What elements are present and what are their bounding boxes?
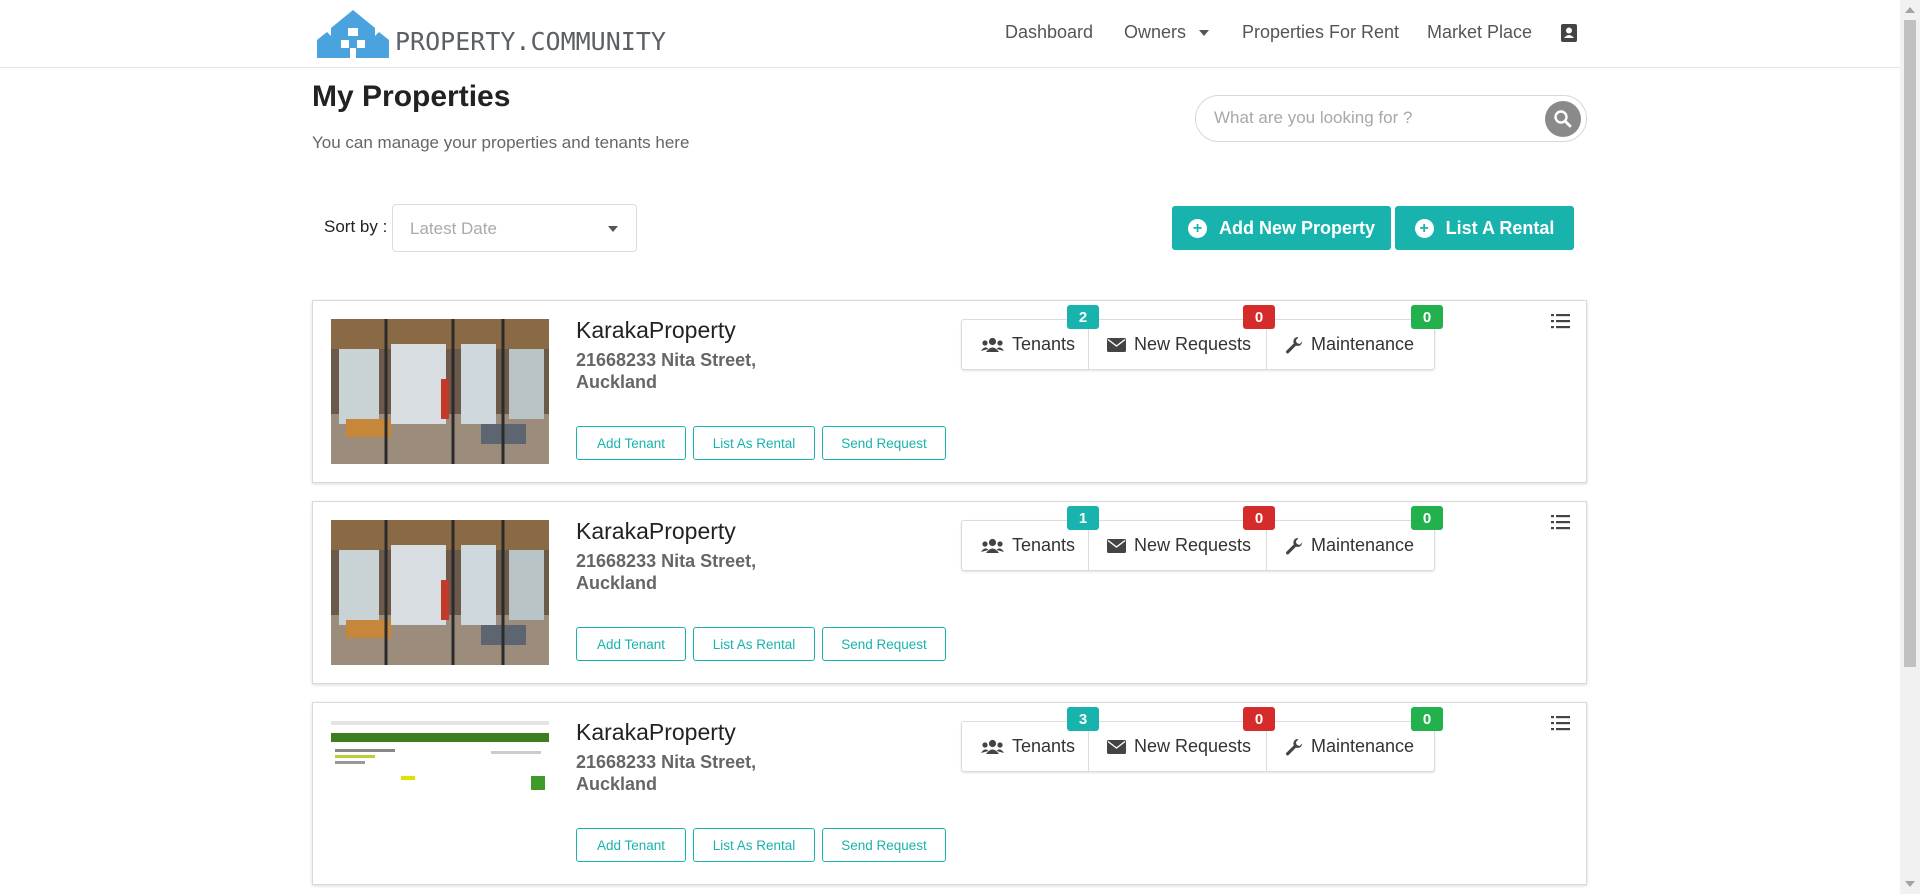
brand-logo[interactable]: PROPERTY.COMMUNITY xyxy=(317,8,666,58)
property-address: 21668233 Nita Street, Auckland xyxy=(576,350,757,392)
brand-name: PROPERTY.COMMUNITY xyxy=(395,27,666,56)
profile-icon[interactable] xyxy=(1561,24,1577,47)
nav-owners-label: Owners xyxy=(1124,22,1187,42)
stat-tenants-label: Tenants xyxy=(1012,535,1076,555)
list-menu-icon[interactable] xyxy=(1551,313,1570,334)
stat-tenants-label: Tenants xyxy=(1012,736,1076,756)
stat-new-requests[interactable]: New Requests xyxy=(1107,521,1251,570)
tenants-count-badge: 2 xyxy=(1067,305,1099,329)
page-title: My Properties xyxy=(312,80,511,113)
new-requests-count-badge: 0 xyxy=(1243,506,1275,530)
sort-select[interactable]: Latest Date xyxy=(392,204,637,252)
page-scrollbar[interactable] xyxy=(1900,0,1920,894)
search-icon xyxy=(1554,110,1572,128)
stat-tenants[interactable]: Tenants xyxy=(981,521,1075,570)
stat-tenants[interactable]: Tenants xyxy=(981,320,1075,369)
scroll-thumb[interactable] xyxy=(1904,20,1916,667)
send-request-button[interactable]: Send Request xyxy=(822,627,946,661)
stat-maintenance-label: Maintenance xyxy=(1311,334,1415,354)
list-a-rental-button[interactable]: + List A Rental xyxy=(1395,206,1574,250)
house-logo-icon xyxy=(317,10,389,58)
stat-maintenance[interactable]: Maintenance xyxy=(1285,320,1414,369)
stat-maintenance[interactable]: Maintenance xyxy=(1285,521,1414,570)
nav-owners[interactable]: Owners xyxy=(1124,22,1210,43)
wrench-icon xyxy=(1285,336,1303,353)
users-icon xyxy=(981,538,1004,553)
envelope-icon xyxy=(1107,739,1126,754)
wrench-icon xyxy=(1285,537,1303,554)
list-menu-icon[interactable] xyxy=(1551,514,1570,535)
stat-maintenance-label: Maintenance xyxy=(1311,535,1415,555)
sort-selected-value: Latest Date xyxy=(410,219,497,238)
scroll-up-icon[interactable] xyxy=(1905,7,1915,13)
add-tenant-button[interactable]: Add Tenant xyxy=(576,426,686,460)
list-as-rental-button[interactable]: List As Rental xyxy=(693,627,815,661)
stat-new-requests-label: New Requests xyxy=(1134,736,1252,756)
list-as-rental-button[interactable]: List As Rental xyxy=(693,828,815,862)
property-photo[interactable] xyxy=(331,520,549,665)
add-tenant-button[interactable]: Add Tenant xyxy=(576,627,686,661)
chevron-down-icon xyxy=(608,226,618,232)
search-button[interactable] xyxy=(1545,101,1581,137)
property-photo[interactable] xyxy=(331,721,549,793)
maintenance-count-badge: 0 xyxy=(1411,305,1443,329)
property-name: KarakaProperty xyxy=(576,719,736,745)
tenants-count-badge: 3 xyxy=(1067,707,1099,731)
nav-dashboard[interactable]: Dashboard xyxy=(1005,22,1093,43)
property-card: KarakaProperty 21668233 Nita Street, Auc… xyxy=(312,300,1587,483)
scroll-down-icon[interactable] xyxy=(1905,881,1915,887)
wrench-icon xyxy=(1285,738,1303,755)
property-address: 21668233 Nita Street, Auckland xyxy=(576,551,757,593)
list-a-rental-label: List A Rental xyxy=(1445,217,1555,238)
search-input[interactable] xyxy=(1214,108,1534,128)
stat-maintenance-label: Maintenance xyxy=(1311,736,1415,756)
property-photo[interactable] xyxy=(331,319,549,464)
list-menu-icon[interactable] xyxy=(1551,715,1570,736)
maintenance-count-badge: 0 xyxy=(1411,707,1443,731)
property-stats: Tenants New Requests Maintenance 3 0 0 xyxy=(961,707,1443,772)
new-requests-count-badge: 0 xyxy=(1243,305,1275,329)
property-address: 21668233 Nita Street, Auckland xyxy=(576,752,757,794)
stat-new-requests[interactable]: New Requests xyxy=(1107,320,1251,369)
send-request-button[interactable]: Send Request xyxy=(822,828,946,862)
plus-circle-icon: + xyxy=(1187,218,1207,238)
envelope-icon xyxy=(1107,538,1126,553)
send-request-button[interactable]: Send Request xyxy=(822,426,946,460)
tenants-count-badge: 1 xyxy=(1067,506,1099,530)
property-stats: Tenants New Requests Maintenance 1 0 0 xyxy=(961,506,1443,571)
property-stats: Tenants New Requests Maintenance 2 0 0 xyxy=(961,305,1443,370)
stat-tenants-label: Tenants xyxy=(1012,334,1076,354)
new-requests-count-badge: 0 xyxy=(1243,707,1275,731)
plus-circle-icon: + xyxy=(1414,218,1434,238)
nav-market-place[interactable]: Market Place xyxy=(1427,22,1532,43)
add-new-property-label: Add New Property xyxy=(1218,217,1376,238)
add-tenant-button[interactable]: Add Tenant xyxy=(576,828,686,862)
stat-new-requests-label: New Requests xyxy=(1134,535,1252,555)
property-card: KarakaProperty 21668233 Nita Street, Auc… xyxy=(312,501,1587,684)
page-subtitle: You can manage your properties and tenan… xyxy=(312,133,690,152)
stat-tenants[interactable]: Tenants xyxy=(981,722,1075,771)
stat-maintenance[interactable]: Maintenance xyxy=(1285,722,1414,771)
sort-label: Sort by : xyxy=(324,217,388,236)
maintenance-count-badge: 0 xyxy=(1411,506,1443,530)
add-new-property-button[interactable]: + Add New Property xyxy=(1172,206,1391,250)
property-name: KarakaProperty xyxy=(576,317,736,343)
envelope-icon xyxy=(1107,337,1126,352)
top-navbar: PROPERTY.COMMUNITY Dashboard Owners Prop… xyxy=(0,0,1900,68)
users-icon xyxy=(981,337,1004,352)
chevron-down-icon xyxy=(1199,30,1210,37)
stat-new-requests[interactable]: New Requests xyxy=(1107,722,1251,771)
nav-properties-for-rent[interactable]: Properties For Rent xyxy=(1242,22,1399,43)
stat-new-requests-label: New Requests xyxy=(1134,334,1252,354)
property-name: KarakaProperty xyxy=(576,518,736,544)
list-as-rental-button[interactable]: List As Rental xyxy=(693,426,815,460)
users-icon xyxy=(981,739,1004,754)
search-box xyxy=(1195,95,1587,142)
property-card: KarakaProperty 21668233 Nita Street, Auc… xyxy=(312,702,1587,885)
